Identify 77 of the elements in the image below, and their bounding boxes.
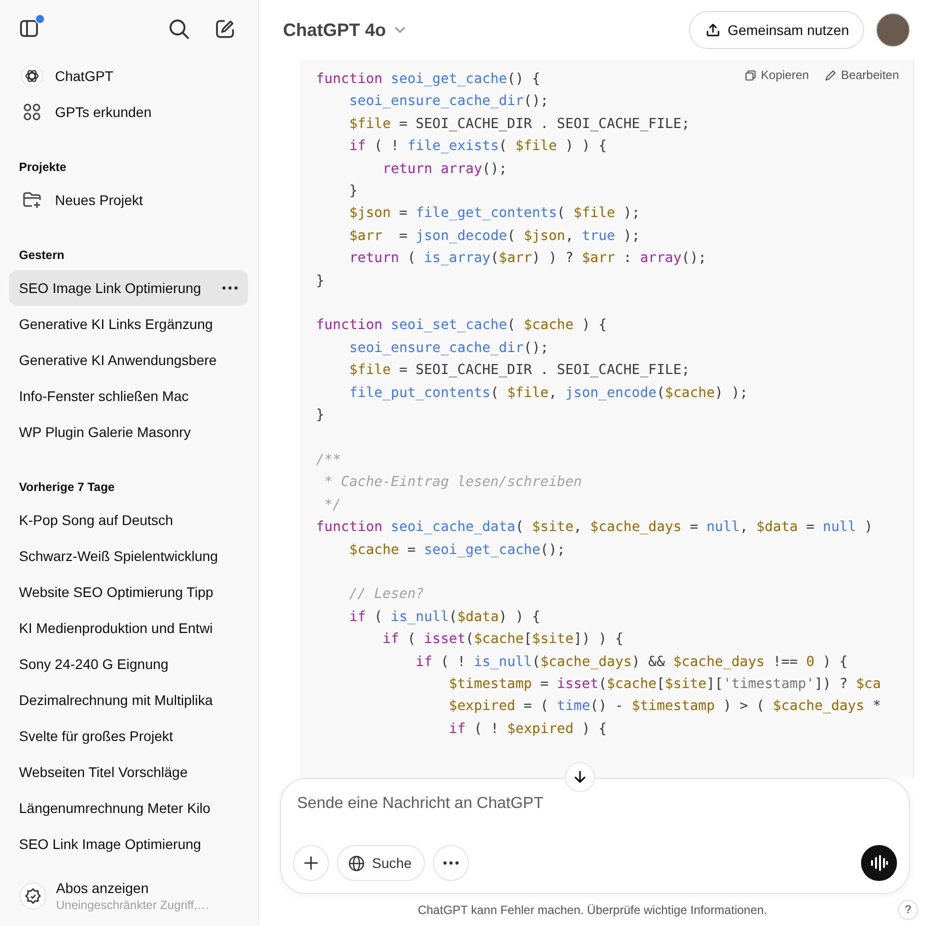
code-line: // Lesen? xyxy=(348,585,424,604)
code-line: if ( isset($cache[$site]) ) { xyxy=(381,630,624,650)
code-line: if ( is_null($data) ) { xyxy=(348,608,540,627)
chat-item[interactable]: KI Medienproduktion und Entwi xyxy=(9,610,248,646)
more-options-icon[interactable] xyxy=(222,286,238,290)
chat-item[interactable]: Schwarz-Weiß Spielentwicklung xyxy=(9,538,248,574)
code-line: $cache = seoi_get_cache(); xyxy=(348,540,566,560)
chat-item[interactable]: Generative KI Anwendungsbere xyxy=(9,342,248,378)
code-line: */ xyxy=(323,496,341,515)
code-line: $expired = ( time() - $timestamp ) > ( $cache_days * xyxy=(448,697,881,716)
arrow-down-icon xyxy=(573,770,587,784)
code-line: * Cache-Eintrag lesen/schreiben xyxy=(323,473,582,492)
chat-item[interactable]: SEO Link Image Optimierung xyxy=(9,826,248,862)
chat-item[interactable]: Längenumrechnung Meter Kilo xyxy=(9,790,248,826)
code-line: $json = file_get_contents( $file ); xyxy=(348,204,640,224)
code-line: $file = SEOI_CACHE_DIR . SEOI_CACHE_FILE; xyxy=(348,361,690,380)
code-line: if ( ! file_exists( $file ) ) { xyxy=(348,137,607,156)
section-heading: Vorherige 7 Tage xyxy=(18,479,116,496)
code-line: } xyxy=(316,272,324,291)
chat-item[interactable]: Sony 24-240 G Eignung xyxy=(9,646,248,682)
chat-item[interactable]: WP Plugin Galerie Masonry xyxy=(9,414,248,450)
model-selector[interactable]: ChatGPT 4o xyxy=(283,20,406,40)
upload-icon xyxy=(706,23,720,37)
search-icon[interactable] xyxy=(168,18,190,40)
disclaimer-text: ChatGPT kann Fehler machen. Überprüfe wichtige Informationen. xyxy=(418,903,768,917)
help-button[interactable]: ? xyxy=(898,900,918,920)
code-line: seoi_ensure_cache_dir(); xyxy=(348,338,549,358)
chat-item[interactable]: Dezimalrechnung mit Multiplika xyxy=(9,682,248,718)
copy-icon xyxy=(744,70,756,80)
waveform-icon xyxy=(870,855,888,871)
add-button[interactable] xyxy=(293,845,329,881)
code-line: function seoi_get_cache() { xyxy=(316,70,540,89)
badge-icon xyxy=(19,882,47,910)
search-button[interactable]: Suche xyxy=(337,845,425,881)
code-line: file_put_contents( $file, json_encode($cache) ); xyxy=(348,384,748,403)
nav-item[interactable]: GPTs erkunden xyxy=(9,94,248,130)
project-item[interactable]: Neues Projekt xyxy=(9,182,248,218)
new-chat-icon[interactable] xyxy=(214,18,236,40)
chevron-down-icon xyxy=(394,26,406,34)
chat-item[interactable]: Info-Fenster schließen Mac xyxy=(9,378,248,414)
section-heading: Projekte xyxy=(18,159,68,176)
logo-icon xyxy=(21,65,43,87)
code-line: return array(); xyxy=(381,160,508,179)
globe-icon xyxy=(348,854,365,872)
upgrade-subtitle: Uneingeschränkter Zugriff,… xyxy=(56,898,210,912)
copy-button[interactable]: Kopieren xyxy=(744,68,809,82)
upgrade-item[interactable]: Abos anzeigen Uneingeschränkter Zugriff,… xyxy=(9,874,248,918)
code-line: if ( ! is_null($cache_days) && $cache_days !== 0 ) { xyxy=(414,652,848,672)
chat-item[interactable]: Generative KI Links Ergänzung xyxy=(9,306,248,342)
code-line: } xyxy=(348,182,358,202)
code-line: $arr = json_decode( $json, true ); xyxy=(348,226,640,246)
section-heading: Gestern xyxy=(18,247,66,264)
pencil-icon xyxy=(824,70,836,80)
code-line: seoi_ensure_cache_dir(); xyxy=(348,92,549,112)
grid-icon xyxy=(21,101,43,123)
code-line: $timestamp = isset($cache[$site]['timestamp']) ? $ca xyxy=(448,674,881,694)
code-line: if ( ! $expired ) { xyxy=(448,720,607,739)
plus-icon xyxy=(303,855,319,871)
code-line: /** xyxy=(316,450,341,470)
code-line: function seoi_set_cache( $cache ) { xyxy=(316,316,607,336)
edit-button[interactable]: Bearbeiten xyxy=(824,68,899,82)
code-line: function seoi_cache_data( $site, $cache_days = null, $data = null ) xyxy=(316,518,873,538)
message-input[interactable]: Sende eine Nachricht an ChatGPT xyxy=(297,793,897,815)
code-line: return ( is_array($arr) ) ? $arr : array(); xyxy=(348,249,706,268)
nav-item[interactable]: ChatGPT xyxy=(9,58,248,94)
chat-item[interactable]: K-Pop Song auf Deutsch xyxy=(9,502,248,538)
chat-item[interactable]: Webseiten Titel Vorschläge xyxy=(9,754,248,790)
code-line: } xyxy=(316,406,324,426)
chat-item[interactable]: Svelte für großes Projekt xyxy=(9,718,248,754)
voice-button[interactable] xyxy=(861,845,897,881)
upgrade-title: Abos anzeigen xyxy=(56,880,150,896)
chat-item[interactable]: Website SEO Optimierung Tipp xyxy=(9,574,248,610)
chat-item[interactable]: SEO Image Link Optimierung xyxy=(9,270,248,306)
share-button[interactable]: Gemeinsam nutzen xyxy=(688,11,864,49)
code-line: $file = SEOI_CACHE_DIR . SEOI_CACHE_FILE; xyxy=(348,114,690,134)
avatar[interactable] xyxy=(876,13,910,47)
dots-icon xyxy=(442,861,459,865)
